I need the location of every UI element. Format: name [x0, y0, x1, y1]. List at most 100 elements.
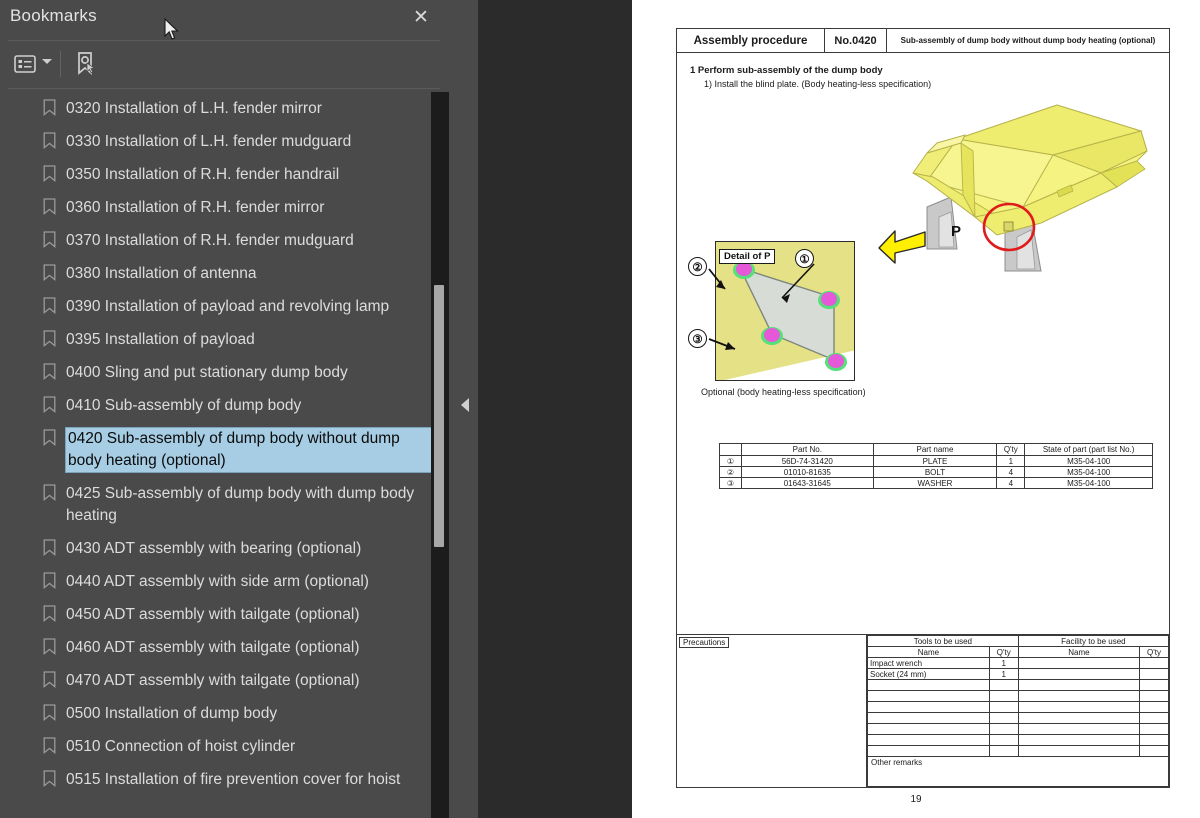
tools-table-row	[867, 690, 1169, 702]
dump-body-illustration: P	[912, 104, 1148, 272]
bookmark-icon	[36, 770, 62, 787]
bookmark-label: 0450 ADT assembly with tailgate (optiona…	[66, 606, 360, 623]
bookmark-label: 0430 ADT assembly with bearing (optional…	[66, 540, 362, 557]
application-window: Bookmarks ✕ 0320 Installation of L.H. fe…	[0, 0, 1200, 818]
tools-cell-tool	[867, 690, 990, 702]
tools-cell-tool_qty	[988, 723, 1019, 735]
callout-2: ②	[688, 257, 707, 276]
bookmark-icon	[36, 704, 62, 721]
bookmark-item[interactable]: 0500 Installation of dump body	[0, 697, 441, 730]
bookmark-item[interactable]: 0410 Sub-assembly of dump body	[0, 389, 441, 422]
list-options-icon[interactable]	[10, 50, 40, 78]
bookmark-item[interactable]: 0420 Sub-assembly of dump body without d…	[0, 422, 441, 477]
bookmark-label: 0515 Installation of fire prevention cov…	[66, 771, 401, 788]
bookmark-item[interactable]: 0510 Connection of hoist cylinder	[0, 730, 441, 763]
bookmarks-panel-header: Bookmarks ✕	[0, 0, 456, 40]
bookmark-item[interactable]: 0515 Installation of fire prevention cov…	[0, 763, 441, 796]
tools-table-row	[867, 723, 1169, 735]
bookmark-label: 0470 ADT assembly with tailgate (optiona…	[66, 672, 360, 689]
bookmark-label: 0380 Installation of antenna	[66, 265, 257, 282]
tools-table-row	[867, 712, 1169, 724]
parts-table: Part No. Part name Q'ty State of part (p…	[719, 443, 1153, 489]
bookmark-item[interactable]: 0390 Installation of payload and revolvi…	[0, 290, 441, 323]
bookmark-item[interactable]: 0400 Sling and put stationary dump body	[0, 356, 441, 389]
new-bookmark-icon[interactable]	[70, 48, 102, 80]
parts-cell-qty: 4	[996, 466, 1026, 478]
bookmark-icon	[36, 198, 62, 215]
bookmark-item[interactable]: 0430 ADT assembly with bearing (optional…	[0, 532, 441, 565]
bookmark-icon	[36, 429, 62, 446]
tools-cell-facility	[1017, 701, 1141, 713]
parts-table-row: ③ 01643-31645 WASHER 4 M35-04-100	[719, 477, 1153, 489]
bookmark-label: 0350 Installation of R.H. fender handrai…	[66, 166, 340, 183]
header-subject: Sub-assembly of dump body without dump b…	[900, 36, 1156, 45]
tools-col-qty: Q'ty	[988, 646, 1019, 658]
tools-cell-facility	[1017, 745, 1141, 757]
tools-cell-tool: Impact wrench	[867, 657, 990, 669]
tools-cell-facility_qty	[1139, 657, 1169, 669]
collapse-left-arrow-icon[interactable]	[461, 398, 469, 412]
tools-cell-tool_qty: 1	[988, 668, 1019, 680]
parts-cell-part_no: 01643-31645	[740, 477, 874, 489]
tools-cell-facility_qty	[1139, 701, 1169, 713]
parts-th-num	[719, 443, 742, 456]
chevron-down-icon[interactable]	[42, 59, 52, 64]
bookmarks-scrollbar-thumb[interactable]	[434, 285, 444, 547]
parts-cell-num: ③	[719, 477, 742, 489]
bookmarks-panel: Bookmarks ✕ 0320 Installation of L.H. fe…	[0, 0, 456, 818]
parts-cell-part_name: BOLT	[872, 466, 998, 478]
bookmark-icon	[36, 264, 62, 281]
bookmark-item[interactable]: 0320 Installation of L.H. fender mirror	[0, 92, 441, 125]
tools-cell-tool	[867, 712, 990, 724]
bookmark-item[interactable]: 0370 Installation of R.H. fender mudguar…	[0, 224, 441, 257]
bookmark-item[interactable]: 0380 Installation of antenna	[0, 257, 441, 290]
tools-cell-tool	[867, 679, 990, 691]
tools-column: Tools to be used Facility to be used Nam…	[867, 635, 1170, 787]
bottom-block: Precautions Tools to be used Facility to…	[677, 634, 1170, 787]
parts-cell-state: M35-04-100	[1024, 477, 1153, 489]
header-title: Assembly procedure	[677, 29, 825, 52]
bookmark-item[interactable]: 0330 Installation of L.H. fender mudguar…	[0, 125, 441, 158]
yellow-arrow-icon	[878, 230, 926, 264]
bookmark-item[interactable]: 0440 ADT assembly with side arm (optiona…	[0, 565, 441, 598]
bookmark-label: 0390 Installation of payload and revolvi…	[66, 298, 390, 315]
bookmark-item[interactable]: 0395 Installation of payload	[0, 323, 441, 356]
bookmark-item[interactable]: 0470 ADT assembly with tailgate (optiona…	[0, 664, 441, 697]
precautions-label: Precautions	[679, 637, 730, 648]
bookmark-icon	[36, 737, 62, 754]
tools-cell-facility	[1017, 690, 1141, 702]
tools-table: Tools to be used Facility to be used Nam…	[867, 635, 1170, 757]
bookmark-item[interactable]: 0350 Installation of R.H. fender handrai…	[0, 158, 441, 191]
tools-cell-facility_qty	[1139, 745, 1169, 757]
precautions-column: Precautions	[677, 635, 867, 787]
bookmark-item[interactable]: 0450 ADT assembly with tailgate (optiona…	[0, 598, 441, 631]
bookmark-icon	[36, 363, 62, 380]
bookmark-item[interactable]: 0360 Installation of R.H. fender mirror	[0, 191, 441, 224]
facility-col-name: Name	[1017, 646, 1141, 658]
bookmark-label: 0440 ADT assembly with side arm (optiona…	[66, 573, 369, 590]
tools-cell-facility_qty	[1139, 679, 1169, 691]
pdf-page: Assembly procedure No.0420 Sub-assembly …	[632, 0, 1200, 818]
parts-table-header-row: Part No. Part name Q'ty State of part (p…	[719, 443, 1153, 456]
bookmark-item[interactable]: 0460 ADT assembly with tailgate (optiona…	[0, 631, 441, 664]
tools-table-row	[867, 734, 1169, 746]
tools-cell-facility	[1017, 657, 1141, 669]
tools-table-row	[867, 745, 1169, 757]
bookmark-icon	[36, 297, 62, 314]
bookmark-label: 0360 Installation of R.H. fender mirror	[66, 199, 325, 216]
tools-cell-facility	[1017, 679, 1141, 691]
parts-th-qty: Q'ty	[996, 443, 1026, 456]
close-icon[interactable]: ✕	[409, 6, 433, 30]
bookmark-label: 0370 Installation of R.H. fender mudguar…	[66, 232, 354, 249]
tools-col-name: Name	[867, 646, 990, 658]
parts-th-partname: Part name	[872, 443, 998, 456]
tools-cell-tool_qty	[988, 745, 1019, 757]
bookmark-icon	[36, 231, 62, 248]
bookmark-item[interactable]: 0425 Sub-assembly of dump body with dump…	[0, 477, 441, 532]
bookmark-icon	[36, 671, 62, 688]
tools-cell-facility	[1017, 723, 1141, 735]
parts-cell-state: M35-04-100	[1024, 466, 1153, 478]
parts-cell-part_no: 56D-74-31420	[740, 455, 874, 467]
bookmark-icon	[36, 605, 62, 622]
bookmark-icon	[36, 396, 62, 413]
